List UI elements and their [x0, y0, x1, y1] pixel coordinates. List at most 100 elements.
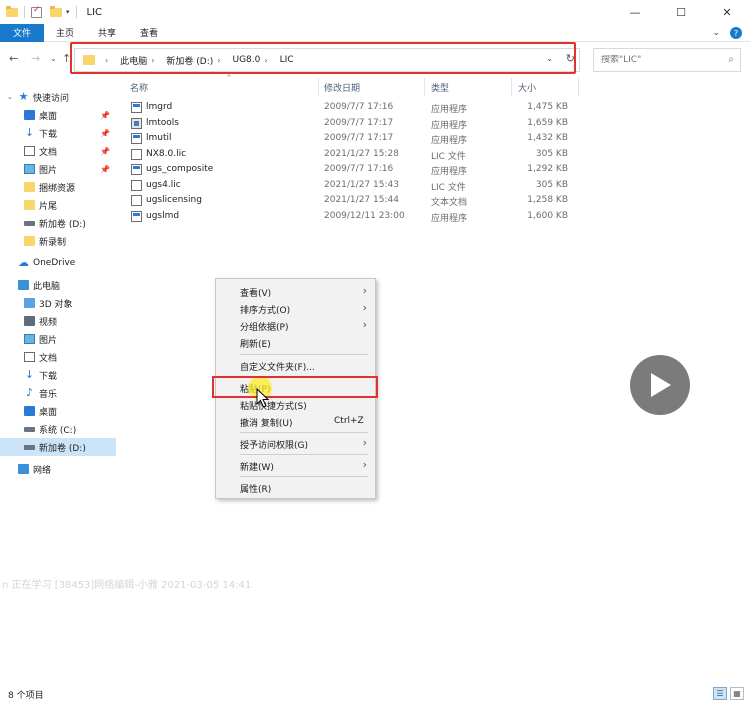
search-input[interactable]	[601, 55, 721, 65]
nav-label: 新加卷 (D:)	[39, 443, 86, 454]
chevron-right-icon: ›	[362, 301, 367, 314]
back-icon[interactable]: ←	[9, 52, 18, 65]
nav-quick-access[interactable]: ⌄ ★ 快速访问	[0, 88, 116, 106]
tab-share[interactable]: 共享	[86, 24, 128, 42]
new-folder-icon[interactable]	[50, 5, 62, 17]
minimize-button[interactable]: —	[612, 0, 658, 24]
tab-view[interactable]: 查看	[128, 24, 170, 42]
nav-quick-downloads[interactable]: ↓ 下载 📌	[0, 124, 116, 142]
application-icon	[131, 211, 142, 222]
nav-pc-documents[interactable]: 文档	[0, 348, 116, 366]
chevron-right-icon: ›	[362, 284, 367, 297]
nav-pc-downloads[interactable]: ↓ 下载	[0, 366, 116, 384]
menu-label: 自定义文件夹(F)...	[240, 363, 315, 373]
nav-pc-3d-objects[interactable]: 3D 对象	[0, 294, 116, 312]
pin-icon[interactable]: 📌	[100, 165, 110, 174]
nav-quick-drive-d[interactable]: 新加卷 (D:)	[0, 214, 116, 232]
application-icon	[131, 102, 142, 113]
file-row[interactable]: ugslmd 2009/12/11 23:00 应用程序 1,600 KB	[126, 209, 578, 224]
view-switcher: ☰ ▦	[713, 687, 744, 700]
menu-item-undo-copy[interactable]: 撤消 复制(U) Ctrl+Z	[216, 413, 375, 430]
pin-icon[interactable]: 📌	[100, 147, 110, 156]
nav-label: 捆绑资源	[39, 183, 76, 194]
nav-quick-desktop[interactable]: 桌面 📌	[0, 106, 116, 124]
pin-icon[interactable]: 📌	[100, 129, 110, 138]
column-header-type[interactable]: 类型	[431, 78, 449, 96]
close-button[interactable]: ✕	[704, 0, 750, 24]
search-icon[interactable]: ⌕	[728, 54, 734, 65]
nav-pc-videos[interactable]: 视频	[0, 312, 116, 330]
column-divider[interactable]	[318, 78, 319, 96]
nav-quick-pictures[interactable]: 图片 📌	[0, 160, 116, 178]
nav-pc-drive-d[interactable]: 新加卷 (D:)	[0, 438, 116, 456]
file-row[interactable]: lmgrd 2009/7/7 17:16 应用程序 1,475 KB	[126, 100, 578, 115]
nav-label: 图片	[39, 165, 58, 176]
nav-pc-pictures[interactable]: 图片	[0, 330, 116, 348]
nav-onedrive[interactable]: ☁ OneDrive	[0, 254, 116, 272]
menu-item-properties[interactable]: 属性(R)	[216, 479, 375, 496]
column-header-size[interactable]: 大小	[518, 78, 536, 96]
file-row[interactable]: NX8.0.lic 2021/1/27 15:28 LIC 文件 305 KB	[126, 147, 578, 162]
drive-icon	[24, 220, 35, 226]
nav-label: 视频	[39, 317, 58, 328]
maximize-button[interactable]: ☐	[658, 0, 704, 24]
menu-item-customize-folder[interactable]: 自定义文件夹(F)...	[216, 357, 375, 374]
search-box[interactable]: ⌕	[593, 48, 741, 72]
customize-quick-access-icon[interactable]: ▾	[66, 8, 70, 16]
file-row[interactable]: lmutil 2009/7/7 17:17 应用程序 1,432 KB	[126, 131, 578, 146]
file-name: lmtools	[146, 118, 179, 128]
file-type: 应用程序	[431, 105, 468, 115]
expand-ribbon-icon[interactable]: ⌄	[712, 28, 720, 38]
3d-objects-icon	[24, 298, 35, 308]
column-divider[interactable]	[424, 78, 425, 96]
recent-locations-icon[interactable]: ⌄	[50, 54, 57, 63]
music-icon: ♪	[25, 386, 34, 399]
chevron-down-icon[interactable]: ⌄	[7, 93, 13, 101]
file-row[interactable]: ugs_composite 2009/7/7 17:16 应用程序 1,292 …	[126, 162, 578, 177]
video-icon	[24, 316, 35, 326]
forward-icon[interactable]: →	[31, 52, 40, 65]
column-divider[interactable]	[511, 78, 512, 96]
file-row[interactable]: lmtools 2009/7/7 17:17 应用程序 1,659 KB	[126, 116, 578, 131]
file-row[interactable]: ugslicensing 2021/1/27 15:44 文本文档 1,258 …	[126, 193, 578, 208]
menu-label: 查看(V)	[240, 289, 272, 299]
menu-item-give-access[interactable]: 授予访问权限(G) ›	[216, 435, 375, 452]
properties-icon[interactable]	[31, 5, 42, 18]
nav-quick-bundle[interactable]: 捆绑资源	[0, 178, 116, 196]
menu-item-paste-shortcut[interactable]: 粘贴快捷方式(S)	[216, 396, 375, 413]
nav-quick-ending[interactable]: 片尾	[0, 196, 116, 214]
column-header-date[interactable]: 修改日期	[324, 78, 360, 96]
item-count: 8 个项目	[8, 690, 44, 701]
nav-pc-drive-c[interactable]: 系统 (C:)	[0, 420, 116, 438]
tab-home[interactable]: 主页	[44, 24, 86, 42]
nav-pc-music[interactable]: ♪ 音乐	[0, 384, 116, 402]
large-icons-view-icon[interactable]: ▦	[730, 687, 744, 700]
menu-item-refresh[interactable]: 刷新(E)	[216, 334, 375, 351]
file-type: 应用程序	[431, 121, 468, 131]
menu-separator	[240, 432, 368, 433]
tab-file[interactable]: 文件	[0, 23, 45, 42]
column-header-name[interactable]: 名称	[130, 78, 148, 96]
help-icon[interactable]: ?	[730, 27, 742, 39]
file-row[interactable]: ugs4.lic 2021/1/27 15:43 LIC 文件 305 KB	[126, 178, 578, 193]
file-date: 2021/1/27 15:44	[324, 195, 399, 205]
file-type: 应用程序	[431, 167, 468, 177]
play-button[interactable]	[630, 355, 690, 415]
nav-network[interactable]: 网络	[0, 460, 116, 478]
nav-this-pc[interactable]: 此电脑	[0, 276, 116, 294]
nav-pc-desktop[interactable]: 桌面	[0, 402, 116, 420]
folder-icon	[24, 200, 35, 210]
nav-quick-documents[interactable]: 文档 📌	[0, 142, 116, 160]
menu-item-new[interactable]: 新建(W) ›	[216, 457, 375, 474]
file-name: ugslmd	[146, 211, 180, 221]
menu-item-group[interactable]: 分组依据(P) ›	[216, 317, 375, 334]
details-view-icon[interactable]: ☰	[713, 687, 727, 700]
file-name: ugs_composite	[146, 164, 214, 174]
pin-icon[interactable]: 📌	[100, 111, 110, 120]
nav-quick-new-recording[interactable]: 新录制	[0, 232, 116, 250]
nav-label: 快速访问	[33, 93, 70, 104]
menu-item-view[interactable]: 查看(V) ›	[216, 283, 375, 300]
menu-item-sort[interactable]: 排序方式(O) ›	[216, 300, 375, 317]
file-icon	[131, 149, 142, 160]
column-divider[interactable]	[578, 78, 579, 96]
